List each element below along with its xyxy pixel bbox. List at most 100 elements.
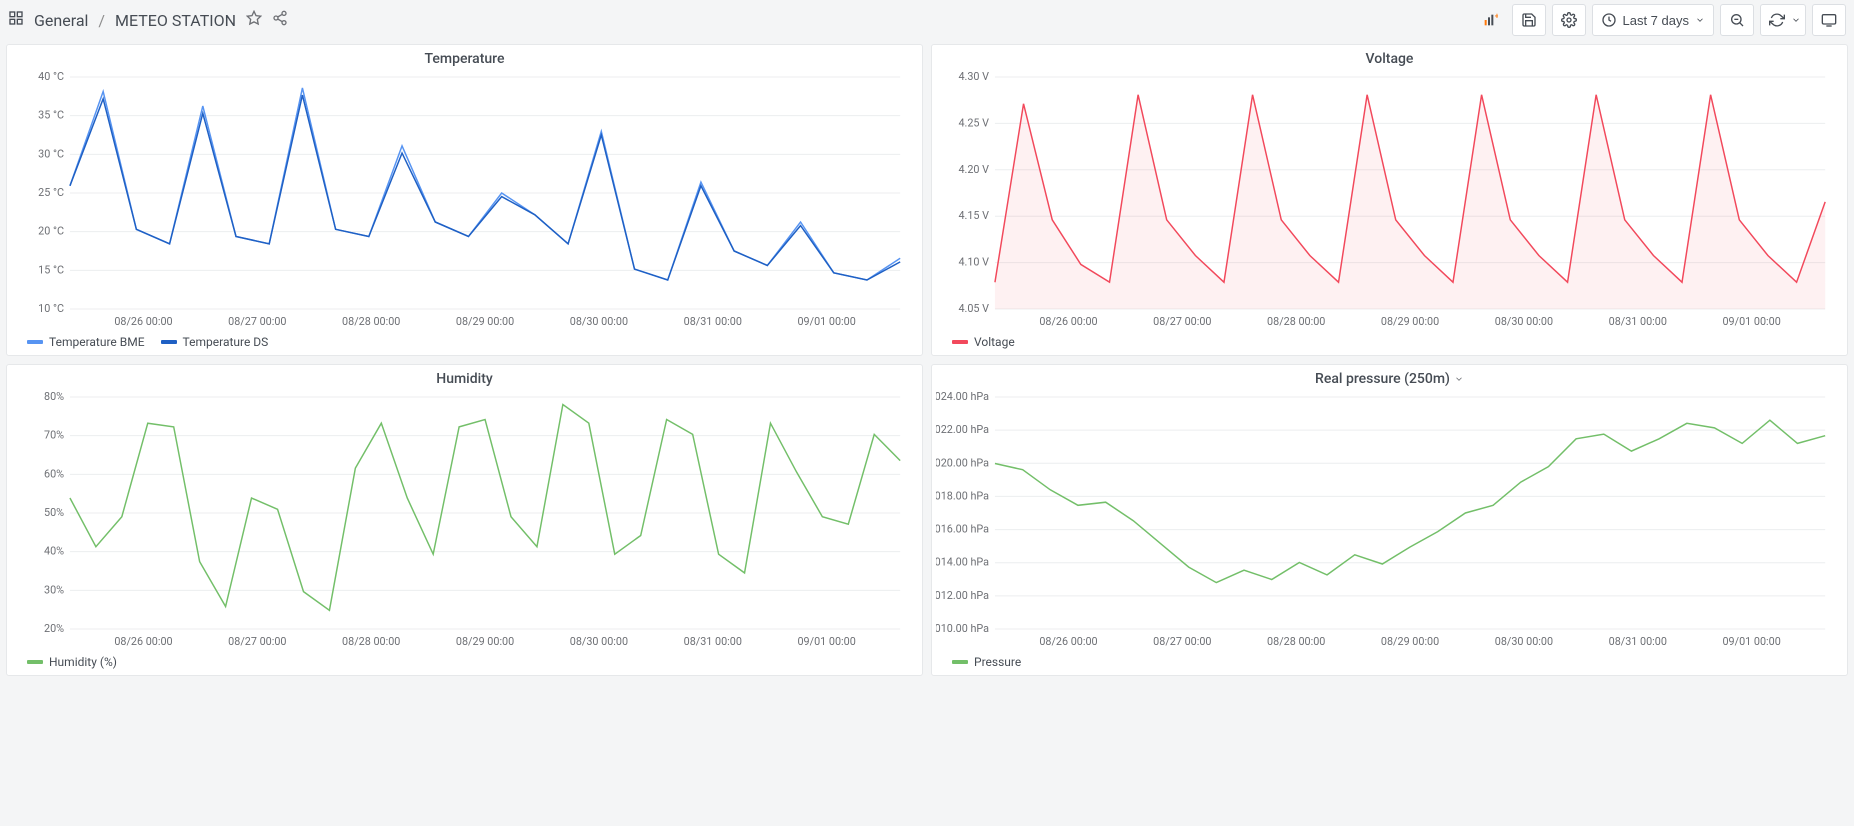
legend-item[interactable]: Humidity (%) — [27, 655, 117, 669]
svg-text:08/27 00:00: 08/27 00:00 — [1153, 635, 1211, 648]
legend-swatch — [27, 660, 43, 664]
svg-text:08/31 00:00: 08/31 00:00 — [684, 315, 742, 328]
legend-swatch — [952, 660, 968, 664]
svg-text:4.30 V: 4.30 V — [958, 70, 989, 83]
svg-text:1014.00 hPa: 1014.00 hPa — [936, 556, 989, 569]
refresh-button[interactable] — [1760, 4, 1806, 36]
svg-text:08/29 00:00: 08/29 00:00 — [1381, 315, 1439, 328]
svg-text:08/27 00:00: 08/27 00:00 — [1153, 315, 1211, 328]
svg-text:09/01 00:00: 09/01 00:00 — [1722, 315, 1780, 328]
svg-text:08/30 00:00: 08/30 00:00 — [570, 315, 628, 328]
chart-temperature[interactable]: 10 °C15 °C20 °C25 °C30 °C35 °C40 °C08/26… — [7, 69, 922, 331]
svg-text:20 °C: 20 °C — [38, 225, 64, 238]
svg-text:60%: 60% — [44, 467, 64, 480]
time-picker-button[interactable]: Last 7 days — [1592, 4, 1715, 36]
svg-text:40%: 40% — [44, 545, 64, 558]
save-button[interactable] — [1512, 4, 1546, 36]
chevron-down-icon[interactable] — [1454, 374, 1464, 384]
svg-text:08/27 00:00: 08/27 00:00 — [228, 635, 286, 648]
svg-text:09/01 00:00: 09/01 00:00 — [1722, 635, 1780, 648]
svg-text:08/26 00:00: 08/26 00:00 — [114, 635, 172, 648]
svg-text:08/30 00:00: 08/30 00:00 — [1495, 315, 1553, 328]
legend-temperature: Temperature BME Temperature DS — [7, 331, 922, 355]
svg-text:80%: 80% — [44, 390, 64, 403]
add-panel-button[interactable]: + — [1474, 4, 1506, 36]
svg-text:08/29 00:00: 08/29 00:00 — [456, 315, 514, 328]
tv-mode-button[interactable] — [1812, 4, 1846, 36]
svg-text:30 °C: 30 °C — [38, 147, 64, 160]
legend-humidity: Humidity (%) — [7, 651, 922, 675]
svg-text:40 °C: 40 °C — [38, 70, 64, 83]
breadcrumb-root[interactable]: General — [34, 11, 88, 30]
svg-text:08/31 00:00: 08/31 00:00 — [1609, 635, 1667, 648]
svg-text:08/28 00:00: 08/28 00:00 — [1267, 315, 1325, 328]
topbar: General / METEO STATION + Last 7 days — [0, 0, 1854, 40]
svg-text:08/26 00:00: 08/26 00:00 — [1039, 315, 1097, 328]
zoom-out-button[interactable] — [1720, 4, 1754, 36]
svg-text:08/29 00:00: 08/29 00:00 — [1381, 635, 1439, 648]
breadcrumb: General / METEO STATION — [8, 10, 288, 30]
time-range-label: Last 7 days — [1623, 13, 1690, 28]
settings-button[interactable] — [1552, 4, 1586, 36]
dashboard-grid: Temperature 10 °C15 °C20 °C25 °C30 °C35 … — [0, 40, 1854, 684]
chart-voltage[interactable]: 4.05 V4.10 V4.15 V4.20 V4.25 V4.30 V08/2… — [932, 69, 1847, 331]
breadcrumb-sep: / — [98, 11, 105, 30]
legend-label: Temperature BME — [49, 335, 145, 349]
legend-label: Temperature DS — [183, 335, 269, 349]
panel-title-label: Voltage — [1366, 51, 1414, 67]
svg-text:4.05 V: 4.05 V — [958, 302, 989, 315]
chart-humidity[interactable]: 20%30%40%50%60%70%80%08/26 00:0008/27 00… — [7, 389, 922, 651]
svg-text:08/27 00:00: 08/27 00:00 — [228, 315, 286, 328]
legend-item[interactable]: Temperature BME — [27, 335, 145, 349]
legend-label: Pressure — [974, 655, 1021, 669]
svg-text:08/28 00:00: 08/28 00:00 — [1267, 635, 1325, 648]
legend-item[interactable]: Voltage — [952, 335, 1015, 349]
svg-text:10 °C: 10 °C — [38, 302, 64, 315]
svg-text:08/28 00:00: 08/28 00:00 — [342, 315, 400, 328]
svg-text:09/01 00:00: 09/01 00:00 — [797, 635, 855, 648]
dashboard-grid-icon[interactable] — [8, 10, 24, 30]
panel-voltage[interactable]: Voltage 4.05 V4.10 V4.15 V4.20 V4.25 V4.… — [931, 44, 1848, 356]
svg-text:08/26 00:00: 08/26 00:00 — [114, 315, 172, 328]
svg-text:1018.00 hPa: 1018.00 hPa — [936, 489, 989, 502]
chevron-down-icon — [1695, 15, 1705, 25]
legend-item[interactable]: Temperature DS — [161, 335, 269, 349]
svg-text:4.15 V: 4.15 V — [958, 209, 989, 222]
legend-swatch — [952, 340, 968, 344]
svg-text:4.20 V: 4.20 V — [958, 163, 989, 176]
svg-text:20%: 20% — [44, 622, 64, 635]
star-icon[interactable] — [246, 10, 262, 30]
panel-humidity[interactable]: Humidity 20%30%40%50%60%70%80%08/26 00:0… — [6, 364, 923, 676]
legend-label: Humidity (%) — [49, 655, 117, 669]
svg-text:1022.00 hPa: 1022.00 hPa — [936, 423, 989, 436]
svg-text:4.25 V: 4.25 V — [958, 116, 989, 129]
svg-text:08/30 00:00: 08/30 00:00 — [570, 635, 628, 648]
legend-item[interactable]: Pressure — [952, 655, 1021, 669]
legend-swatch — [27, 340, 43, 344]
panel-title-label: Real pressure (250m) — [1315, 371, 1450, 387]
svg-text:1016.00 hPa: 1016.00 hPa — [936, 522, 989, 535]
legend-swatch — [161, 340, 177, 344]
svg-text:50%: 50% — [44, 506, 64, 519]
toolbar: + Last 7 days — [1474, 4, 1847, 36]
chevron-down-icon — [1791, 15, 1801, 25]
svg-text:1012.00 hPa: 1012.00 hPa — [936, 589, 989, 602]
share-icon[interactable] — [272, 10, 288, 30]
panel-title-label: Temperature — [425, 51, 505, 67]
svg-text:1024.00 hPa: 1024.00 hPa — [936, 390, 989, 403]
svg-text:08/29 00:00: 08/29 00:00 — [456, 635, 514, 648]
svg-text:08/31 00:00: 08/31 00:00 — [1609, 315, 1667, 328]
panel-pressure[interactable]: Real pressure (250m) 1010.00 hPa1012.00 … — [931, 364, 1848, 676]
chart-pressure[interactable]: 1010.00 hPa1012.00 hPa1014.00 hPa1016.00… — [932, 389, 1847, 651]
svg-text:+: + — [1494, 12, 1497, 21]
legend-voltage: Voltage — [932, 331, 1847, 355]
svg-text:08/26 00:00: 08/26 00:00 — [1039, 635, 1097, 648]
svg-text:08/28 00:00: 08/28 00:00 — [342, 635, 400, 648]
page-title[interactable]: METEO STATION — [115, 11, 236, 30]
svg-text:30%: 30% — [44, 583, 64, 596]
svg-text:15 °C: 15 °C — [38, 263, 64, 276]
svg-text:25 °C: 25 °C — [38, 186, 64, 199]
svg-text:08/31 00:00: 08/31 00:00 — [684, 635, 742, 648]
panel-temperature[interactable]: Temperature 10 °C15 °C20 °C25 °C30 °C35 … — [6, 44, 923, 356]
legend-pressure: Pressure — [932, 651, 1847, 675]
